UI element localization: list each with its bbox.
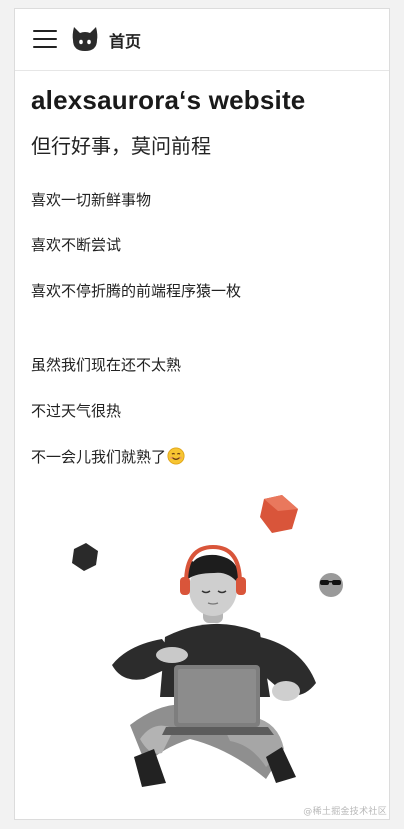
developer-with-laptop-illustration <box>72 495 343 787</box>
dark-cube-shape <box>72 543 98 571</box>
intro-line-5: 不过天气很热 <box>31 402 122 420</box>
intro-line-4: 虽然我们现在还不太熟 <box>31 356 182 374</box>
github-octocat-icon[interactable] <box>70 25 100 53</box>
nav-home-link[interactable]: 首页 <box>109 28 141 52</box>
hamburger-menu-icon[interactable] <box>33 28 57 50</box>
smiling-face-emoji-icon <box>167 447 185 465</box>
figure-right-hand <box>272 681 300 701</box>
intro-line-6: 不一会儿我们就熟了 <box>31 446 185 467</box>
intro-line-3: 喜欢不停折腾的前端程序猿一枚 <box>31 282 242 300</box>
figure-left-hand <box>156 647 188 663</box>
main-content: alexsaurora‘s website 但行好事，莫问前程 喜欢一切新鲜事物… <box>31 85 371 466</box>
watermark-text: @稀土掘金技术社区 <box>303 807 387 817</box>
top-navigation-bar: 首页 <box>15 9 389 71</box>
page-frame: 首页 alexsaurora‘s website 但行好事，莫问前程 喜欢一切新… <box>14 8 390 820</box>
sunglasses-ball-shape <box>319 573 343 597</box>
intro-line-6-text: 不一会儿我们就熟了 <box>31 448 167 466</box>
page-subtitle: 但行好事，莫问前程 <box>31 134 211 158</box>
headphone-right <box>236 577 246 595</box>
page-title: alexsaurora‘s website <box>31 85 306 115</box>
laptop-shape <box>162 665 274 735</box>
orange-cube-shape <box>260 495 298 533</box>
headphone-left <box>180 577 190 595</box>
intro-line-1: 喜欢一切新鲜事物 <box>31 191 152 209</box>
intro-line-2: 喜欢不断尝试 <box>31 236 122 254</box>
